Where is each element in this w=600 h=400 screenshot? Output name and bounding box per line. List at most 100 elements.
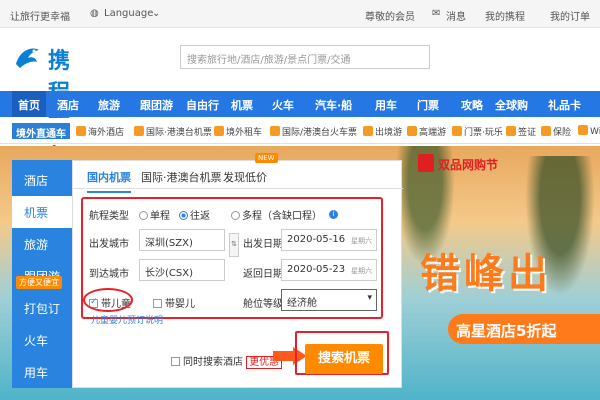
vtab-train[interactable]: 火车 xyxy=(12,324,72,356)
globe-icon[interactable]: ◍ xyxy=(90,8,99,19)
subnav-item[interactable]: 门票·玩乐 xyxy=(452,125,503,138)
vtab-hotel[interactable]: 酒店 xyxy=(12,164,72,196)
checkbox-icon xyxy=(153,299,162,308)
checkbox-icon xyxy=(171,357,180,366)
subnav-item[interactable]: 签证 xyxy=(506,125,536,138)
depart-date-value: 2020-05-16 xyxy=(287,234,346,245)
cabin-select[interactable]: 经济舱 ▾ xyxy=(281,289,377,311)
nav-home[interactable]: 首页 xyxy=(12,91,46,117)
shield-icon xyxy=(541,126,551,136)
overseas-subnav: 境外直通车 海外酒店 国际·港澳台机票 境外租车 国际/港澳台火车票 出境游 高… xyxy=(0,118,600,144)
nav-bus-ship[interactable]: 汽车·船 xyxy=(315,97,352,113)
radio-one-way[interactable]: 单程 xyxy=(139,207,170,222)
search-flights-button[interactable]: 搜索机票 xyxy=(305,344,383,374)
slogan: 让旅行更幸福 xyxy=(10,12,70,23)
nav-group-tour[interactable]: 跟团游 xyxy=(140,97,173,113)
vtab-tour[interactable]: 旅游 xyxy=(12,228,72,260)
cabin-label: 舱位等级 xyxy=(243,299,283,310)
train-icon xyxy=(270,126,280,136)
depart-label: 出发日期 xyxy=(243,239,283,250)
top-utility-bar: 让旅行更幸福 ◍ Language ⌄ 尊敬的会员 ✉ 消息 我的携程 我的订单 xyxy=(0,0,600,28)
member-link[interactable]: 尊敬的会员 xyxy=(365,8,415,23)
radio-icon xyxy=(139,211,148,220)
sale-title: 双品网购节 xyxy=(438,158,499,172)
new-badge: NEW xyxy=(255,153,278,163)
highlight-child-ellipse xyxy=(83,288,133,312)
radio-multi-city[interactable]: 多程（含缺口程） xyxy=(231,207,322,222)
checkbox-hotel[interactable]: 同时搜索酒店 更优惠 xyxy=(171,353,283,369)
subnav-item[interactable]: 国际·港澳台机票 xyxy=(134,125,212,138)
messages-link[interactable]: 消息 xyxy=(446,8,466,23)
visa-icon xyxy=(506,126,516,136)
swap-cities-icon[interactable]: ⇅ xyxy=(229,233,239,257)
vtab-group-tour[interactable]: 跟团游 方便又便宜 xyxy=(12,260,72,292)
depart-date-input[interactable]: 2020-05-16 星期六 xyxy=(281,229,377,251)
language-switch[interactable]: Language xyxy=(104,8,153,19)
flight-booking-panel: 国内机票 国际·港澳台机票 发现低价 NEW 航程类型 单程 往返 多程（含缺口… xyxy=(72,153,403,388)
product-vertical-tabs: 酒店 机票 旅游 跟团游 方便又便宜 打包订 火车 用车 xyxy=(12,160,72,388)
subnav-item[interactable]: 保险 xyxy=(541,125,571,138)
return-date-input[interactable]: 2020-05-23 星期六 xyxy=(281,259,377,281)
premium-icon xyxy=(407,126,417,136)
car-icon xyxy=(214,126,224,136)
main-nav: 首页 酒店 旅游 跟团游 自由行 机票 火车 汽车·船 用车 门票 攻略 全球购… xyxy=(0,91,600,117)
info-icon[interactable]: i xyxy=(329,210,338,219)
nav-free-tour[interactable]: 自由行 xyxy=(186,97,219,113)
tip-badge: 方便又便宜 xyxy=(16,276,62,289)
plane-icon xyxy=(134,126,144,136)
return-weekday: 星期六 xyxy=(351,267,372,275)
subnav-item[interactable]: 高端游 xyxy=(407,125,446,138)
tab-international[interactable]: 国际·港澳台机票 xyxy=(141,169,222,185)
from-label: 出发城市 xyxy=(89,239,129,250)
nav-flights[interactable]: 机票 xyxy=(231,97,253,113)
subnav-item[interactable]: 出境游 xyxy=(363,125,402,138)
panel-tabs: 国内机票 国际·港澳台机票 发现低价 xyxy=(73,161,403,193)
return-date-value: 2020-05-23 xyxy=(287,264,346,275)
subnav-item[interactable]: Wi xyxy=(578,125,600,137)
mail-icon[interactable]: ✉ xyxy=(432,8,440,19)
radio-round-trip[interactable]: 往返 xyxy=(179,207,210,222)
nav-train[interactable]: 火车 xyxy=(272,97,294,113)
my-orders-link[interactable]: 我的订单 xyxy=(550,8,590,23)
nav-tour[interactable]: 旅游 xyxy=(98,97,120,113)
nav-guides[interactable]: 攻略 xyxy=(461,97,483,113)
subnav-item[interactable]: 境外租车 xyxy=(214,125,262,138)
nav-global-shop[interactable]: 全球购 xyxy=(495,97,528,113)
banner-headline: 错峰出 xyxy=(420,251,552,297)
nav-car[interactable]: 用车 xyxy=(375,97,397,113)
subnav-item[interactable]: 海外酒店 xyxy=(76,125,124,138)
tab-domestic[interactable]: 国内机票 xyxy=(87,169,131,193)
dropdown-arrow-icon: ▾ xyxy=(367,293,372,303)
nav-gift-card[interactable]: 礼品卡 xyxy=(548,97,581,113)
vtab-car[interactable]: 用车 xyxy=(12,356,72,388)
nav-hotel[interactable]: 酒店 xyxy=(57,97,79,113)
nav-tickets[interactable]: 门票 xyxy=(417,97,439,113)
overseas-badge: 境外直通车 xyxy=(12,123,70,140)
radio-icon xyxy=(231,211,240,220)
vtab-flights[interactable]: 机票 xyxy=(12,196,72,228)
checkbox-infant[interactable]: 带婴儿 xyxy=(153,295,195,310)
chevron-down-icon[interactable]: ⌄ xyxy=(152,8,160,19)
cabin-value: 经济舱 xyxy=(287,298,317,309)
radio-selected-icon xyxy=(179,211,188,220)
luggage-icon xyxy=(363,126,373,136)
ticket-icon xyxy=(452,126,462,136)
dolphin-logo-icon xyxy=(16,48,39,68)
from-city-input[interactable]: 深圳(SZX) xyxy=(139,229,225,251)
search-input[interactable]: 搜索旅行地/酒店/旅游/景点门票/交通 xyxy=(180,45,430,69)
to-city-input[interactable]: 长沙(CSX) xyxy=(139,259,225,281)
depart-weekday: 星期六 xyxy=(351,237,372,245)
tab-low-price[interactable]: 发现低价 xyxy=(223,169,267,185)
to-label: 到达城市 xyxy=(89,269,129,280)
trip-type-label: 航程类型 xyxy=(89,211,129,222)
hotel-icon xyxy=(76,126,86,136)
vtab-package[interactable]: 打包订 xyxy=(12,292,72,324)
subnav-item[interactable]: 国际/港澳台火车票 xyxy=(270,125,357,138)
wifi-icon xyxy=(578,125,588,135)
my-trips-link[interactable]: 我的携程 xyxy=(485,8,525,23)
gift-icon xyxy=(418,154,434,172)
return-label: 返回日期 xyxy=(243,269,283,280)
banner-promo: 高星酒店5折起 xyxy=(448,314,600,344)
header: 携程旅行 搜索旅行地/酒店/旅游/景点门票/交通 xyxy=(0,28,600,170)
kid-booking-info-link[interactable]: 儿童婴儿预订说明 xyxy=(91,313,163,326)
